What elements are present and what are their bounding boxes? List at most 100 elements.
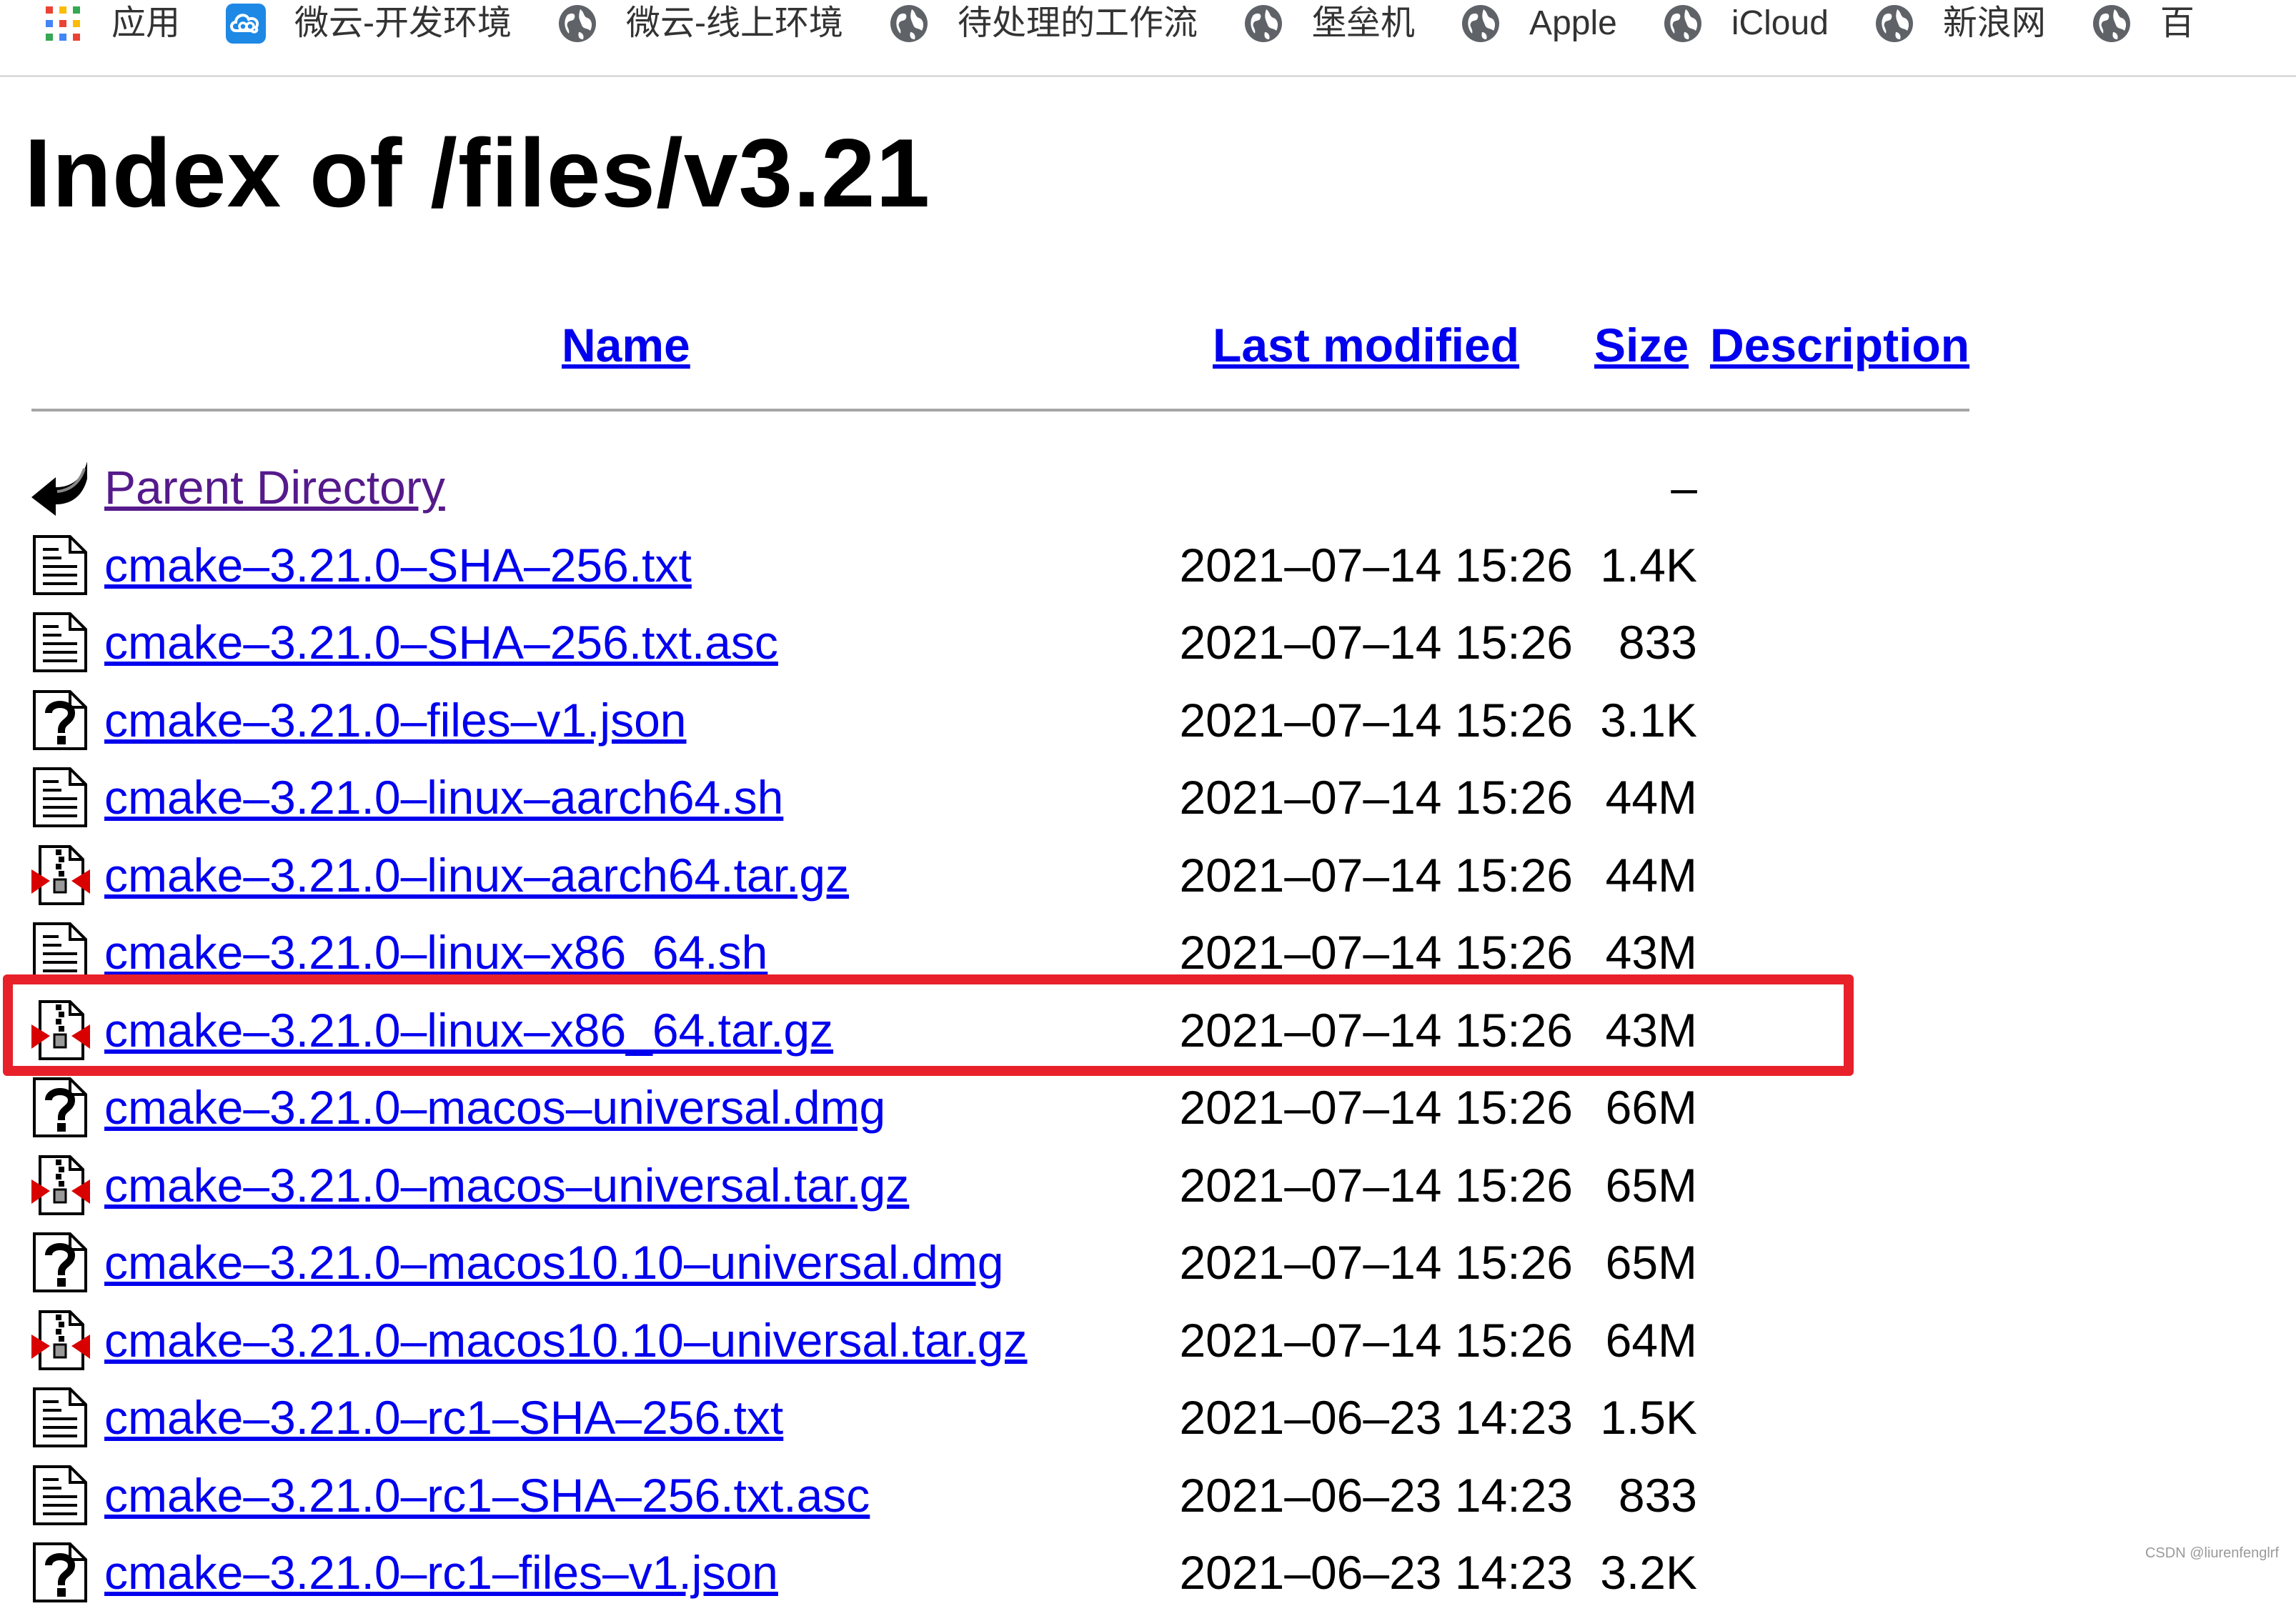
compressed-file-icon <box>30 999 90 1062</box>
compressed-file-icon <box>30 1309 90 1372</box>
table-row: cmake–3.21.0–rc1–SHA–256.txt 2021–06–23 1… <box>0 1379 2296 1456</box>
unknown-file-icon <box>30 1076 90 1139</box>
last-modified-cell: 2021–06–23 14:23 <box>1179 1460 1573 1531</box>
bookmark-item[interactable]: 应用 <box>43 0 180 47</box>
size-cell: 43M <box>1606 994 1697 1066</box>
globe-icon <box>1243 4 1283 44</box>
bookmark-item[interactable]: iCloud <box>1663 0 1829 47</box>
file-link[interactable]: cmake–3.21.0–rc1–files–v1.json <box>104 1537 778 1608</box>
table-row: cmake–3.21.0–macos–universal.tar.gz 2021–… <box>0 1147 2296 1224</box>
table-row: cmake–3.21.0–linux–x86_64.tar.gz 2021–07–… <box>0 992 2296 1069</box>
unknown-file-icon <box>30 1541 90 1604</box>
table-row: cmake–3.21.0–linux–aarch64.tar.gz 2021–07… <box>0 837 2296 914</box>
size-cell: 43M <box>1606 917 1697 988</box>
bookmark-item[interactable]: Apple <box>1461 0 1617 47</box>
last-modified-cell: 2021–07–14 15:26 <box>1179 762 1573 833</box>
table-row: cmake–3.21.0–SHA–256.txt.asc 2021–07–14 1… <box>0 604 2296 681</box>
file-link[interactable]: cmake–3.21.0–macos10.10–universal.dmg <box>104 1227 1003 1298</box>
table-row: cmake–3.21.0–macos–universal.dmg2021–07–… <box>0 1069 2296 1146</box>
file-link[interactable]: cmake–3.21.0–linux–aarch64.tar.gz <box>104 839 849 911</box>
last-modified-cell: 2021–07–14 15:26 <box>1179 1227 1573 1298</box>
file-link[interactable]: cmake–3.21.0–SHA–256.txt <box>104 529 692 601</box>
last-modified-cell: 2021–07–14 15:26 <box>1179 1305 1573 1376</box>
header-divider <box>31 409 1969 412</box>
table-row: cmake–3.21.0–SHA–256.txt 2021–07–14 15:26… <box>0 527 2296 604</box>
last-modified-cell: 2021–07–14 15:26 <box>1179 684 1573 756</box>
size-cell: 64M <box>1606 1305 1697 1376</box>
file-link[interactable]: cmake–3.21.0–macos10.10–universal.tar.gz <box>104 1305 1027 1376</box>
size-cell: – <box>1671 452 1697 523</box>
table-row: cmake–3.21.0–rc1–SHA–256.txt.asc 2021–06–… <box>0 1457 2296 1534</box>
file-link[interactable]: cmake–3.21.0–macos–universal.dmg <box>104 1072 885 1143</box>
bookmark-item[interactable]: 堡垒机 <box>1243 0 1415 47</box>
globe-icon <box>557 4 597 44</box>
size-cell: 66M <box>1606 1072 1697 1143</box>
last-modified-cell: 2021–07–14 15:26 <box>1179 994 1573 1066</box>
last-modified-cell: 2021–06–23 14:23 <box>1179 1537 1573 1608</box>
bookmark-item[interactable]: 新浪网 <box>1874 0 2046 47</box>
table-row: cmake–3.21.0–macos10.10–universal.tar.gz… <box>0 1302 2296 1379</box>
last-modified-cell: 2021–07–14 15:26 <box>1179 607 1573 678</box>
size-cell: 65M <box>1606 1149 1697 1221</box>
unknown-file-icon <box>30 1231 90 1294</box>
last-modified-cell: 2021–07–14 15:26 <box>1179 529 1573 601</box>
file-link[interactable]: cmake–3.21.0–linux–aarch64.sh <box>104 762 783 833</box>
bookmark-item[interactable]: 待处理的工作流 <box>889 0 1198 47</box>
bookmark-label: 百 <box>2160 0 2195 47</box>
globe-icon <box>2092 4 2132 44</box>
column-header-size[interactable]: Size <box>1594 313 1689 377</box>
size-cell: 833 <box>1619 1460 1697 1531</box>
table-row: cmake–3.21.0–macos10.10–universal.dmg 202… <box>0 1224 2296 1301</box>
size-cell: 3.2K <box>1600 1537 1697 1608</box>
column-header-description[interactable]: Description <box>1710 313 1969 377</box>
compressed-file-icon <box>30 844 90 907</box>
column-header-name[interactable]: Name <box>562 313 690 377</box>
text-file-icon <box>30 611 90 674</box>
page-title: Index of /files/v3.21 <box>24 116 930 230</box>
bookmark-item[interactable]: 微云-开发环境 <box>226 0 512 47</box>
parent-directory-row: Parent Directory – <box>0 449 2296 526</box>
compressed-file-icon <box>30 1154 90 1217</box>
file-link[interactable]: cmake–3.21.0–SHA–256.txt.asc <box>104 607 778 678</box>
text-file-icon <box>30 1386 90 1449</box>
size-cell: 1.5K <box>1600 1382 1697 1453</box>
watermark: CSDN @liurenfenglrf <box>2145 1545 2279 1562</box>
file-link[interactable]: cmake–3.21.0–rc1–SHA–256.txt <box>104 1382 783 1453</box>
bookmark-label: iCloud <box>1731 0 1829 47</box>
bookmark-label: 微云-线上环境 <box>626 0 843 47</box>
weiyun-cloud-icon <box>226 4 266 44</box>
bookmark-label: 新浪网 <box>1943 0 2046 47</box>
last-modified-cell: 2021–06–23 14:23 <box>1179 1382 1573 1453</box>
unknown-file-icon <box>30 689 90 752</box>
size-cell: 3.1K <box>1600 684 1697 756</box>
file-link[interactable]: cmake–3.21.0–macos–universal.tar.gz <box>104 1149 909 1221</box>
globe-icon <box>1461 4 1501 44</box>
bookmark-label: 待处理的工作流 <box>958 0 1198 47</box>
bookmark-label: 堡垒机 <box>1312 0 1415 47</box>
globe-icon <box>1874 4 1914 44</box>
file-link[interactable]: cmake–3.21.0–linux–x86_64.tar.gz <box>104 994 833 1066</box>
table-row: cmake–3.21.0–files–v1.json 2021–07–14 15:… <box>0 682 2296 759</box>
last-modified-cell: 2021–07–14 15:26 <box>1179 1149 1573 1221</box>
text-file-icon <box>30 1464 90 1527</box>
globe-icon <box>1663 4 1703 44</box>
file-link[interactable]: cmake–3.21.0–rc1–SHA–256.txt.asc <box>104 1460 870 1531</box>
file-link[interactable]: cmake–3.21.0–files–v1.json <box>104 684 687 756</box>
text-file-icon <box>30 766 90 829</box>
file-link[interactable]: cmake–3.21.0–linux–x86_64.sh <box>104 917 767 988</box>
last-modified-cell: 2021–07–14 15:26 <box>1179 917 1573 988</box>
bookmark-label: Apple <box>1529 0 1617 47</box>
bookmark-item[interactable]: 百 <box>2092 0 2195 47</box>
last-modified-cell: 2021–07–14 15:26 <box>1179 839 1573 911</box>
back-arrow-icon <box>30 456 90 519</box>
table-row: cmake–3.21.0–rc1–files–v1.json 2021–06–23… <box>0 1534 2296 1611</box>
size-cell: 44M <box>1606 839 1697 911</box>
text-file-icon <box>30 534 90 597</box>
bookmark-label: 微云-开发环境 <box>294 0 512 47</box>
bookmark-item[interactable]: 微云-线上环境 <box>557 0 843 47</box>
parent-directory-link[interactable]: Parent Directory <box>104 452 445 523</box>
column-header-last-modified[interactable]: Last modified <box>1213 313 1519 377</box>
table-row: cmake–3.21.0–linux–x86_64.sh 2021–07–14 1… <box>0 914 2296 991</box>
apps-grid-icon <box>43 4 83 44</box>
size-cell: 44M <box>1606 762 1697 833</box>
